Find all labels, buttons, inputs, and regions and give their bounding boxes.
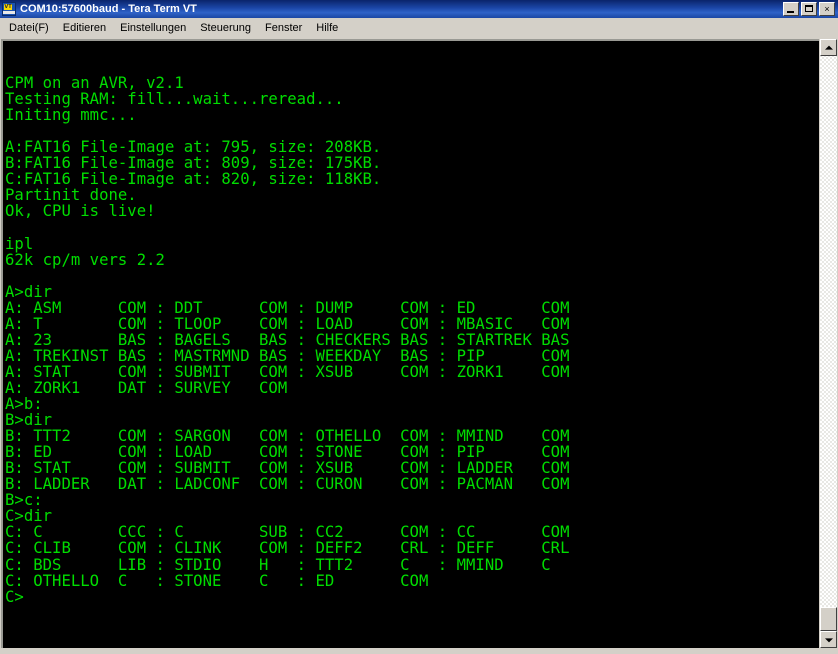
terminal-line: B>c: <box>5 491 43 510</box>
client-area: CPM on an AVR, v2.1 Testing RAM: fill...w… <box>0 38 838 650</box>
terminal-line: A: STAT COM : SUBMIT COM : XSUB COM : ZO… <box>5 362 570 381</box>
scroll-up-button[interactable] <box>820 39 837 56</box>
terminal-line: Testing RAM: fill...wait...reread... <box>5 90 344 109</box>
close-icon: × <box>824 3 830 14</box>
terminal-line: A:FAT16 File-Image at: 795, size: 208KB. <box>5 138 382 157</box>
terminal-line: C: CLIB COM : CLINK COM : DEFF2 CRL : DE… <box>5 539 570 558</box>
terminal-line: A: TREKINST BAS : MASTRMND BAS : WEEKDAY… <box>5 346 570 365</box>
terminal-line: Partinit done. <box>5 186 137 205</box>
window-titlebar[interactable]: VT COM10:57600baud - Tera Term VT × <box>0 0 838 18</box>
terminal-line: A: T COM : TLOOP COM : LOAD COM : MBASIC… <box>5 314 570 333</box>
menu-item-fenster[interactable]: Fenster <box>258 20 309 36</box>
menubar: Datei(F) Editieren Einstellungen Steueru… <box>0 18 838 38</box>
menu-item-einstellungen[interactable]: Einstellungen <box>113 20 193 36</box>
maximize-icon <box>805 5 813 12</box>
terminal-line: A: ZORK1 DAT : SURVEY COM <box>5 378 288 397</box>
window-controls: × <box>783 2 837 16</box>
menu-item-steuerung[interactable]: Steuerung <box>193 20 258 36</box>
terminal-panel[interactable]: CPM on an AVR, v2.1 Testing RAM: fill...w… <box>1 39 819 648</box>
terminal-line: A: 23 BAS : BAGELS BAS : CHECKERS BAS : … <box>5 330 570 349</box>
scroll-down-button[interactable] <box>820 631 837 648</box>
terminal-line: B: ED COM : LOAD COM : STONE COM : PIP C… <box>5 443 570 462</box>
terminal-line: Initing mmc... <box>5 106 137 125</box>
tera-term-window: VT COM10:57600baud - Tera Term VT × Date… <box>0 0 838 654</box>
terminal-line: CPM on an AVR, v2.1 <box>5 74 184 93</box>
terminal-line: B>dir <box>5 411 53 430</box>
vertical-scrollbar[interactable] <box>819 39 837 648</box>
terminal-line: A: ASM COM : DDT COM : DUMP COM : ED COM <box>5 298 570 317</box>
window-title: COM10:57600baud - Tera Term VT <box>20 3 197 15</box>
minimize-button[interactable] <box>783 2 799 16</box>
menu-item-editieren[interactable]: Editieren <box>56 20 113 36</box>
terminal-line: Ok, CPU is live! <box>5 202 156 221</box>
vt-terminal-icon: VT <box>2 2 16 16</box>
scroll-down-arrow-icon <box>824 637 833 642</box>
terminal-line: C>dir <box>5 507 53 526</box>
minimize-icon <box>787 11 794 13</box>
window-bottom-strip <box>0 650 838 654</box>
terminal-line: A>b: <box>5 395 43 414</box>
terminal-line: B: TTT2 COM : SARGON COM : OTHELLO COM :… <box>5 427 570 446</box>
vt-terminal-icon-label: VT <box>4 4 12 10</box>
terminal-line: C> <box>5 587 24 606</box>
terminal-line: B: LADDER DAT : LADCONF COM : CURON COM … <box>5 475 570 494</box>
terminal-line: B: STAT COM : SUBMIT COM : XSUB COM : LA… <box>5 459 570 478</box>
terminal-line: C:FAT16 File-Image at: 820, size: 118KB. <box>5 170 382 189</box>
vt-terminal-icon-base <box>3 11 15 14</box>
terminal-line: C: C CCC : C SUB : CC2 COM : CC COM <box>5 523 570 542</box>
scrollbar-thumb[interactable] <box>820 607 837 631</box>
menu-item-hilfe[interactable]: Hilfe <box>309 20 345 36</box>
terminal-line: 62k cp/m vers 2.2 <box>5 250 165 269</box>
menu-item-datei[interactable]: Datei(F) <box>2 20 56 36</box>
scrollbar-track[interactable] <box>820 56 837 631</box>
terminal-line: C: BDS LIB : STDIO H : TTT2 C : MMIND C <box>5 555 551 574</box>
terminal-line: C: OTHELLO C : STONE C : ED COM <box>5 571 429 590</box>
maximize-button[interactable] <box>801 2 817 16</box>
close-button[interactable]: × <box>819 2 835 16</box>
terminal-line: B:FAT16 File-Image at: 809, size: 175KB. <box>5 154 382 173</box>
terminal-line: A>dir <box>5 282 53 301</box>
terminal-screen[interactable]: CPM on an AVR, v2.1 Testing RAM: fill...w… <box>5 43 819 648</box>
scroll-up-arrow-icon <box>824 45 833 50</box>
terminal-line: ipl <box>5 234 34 253</box>
